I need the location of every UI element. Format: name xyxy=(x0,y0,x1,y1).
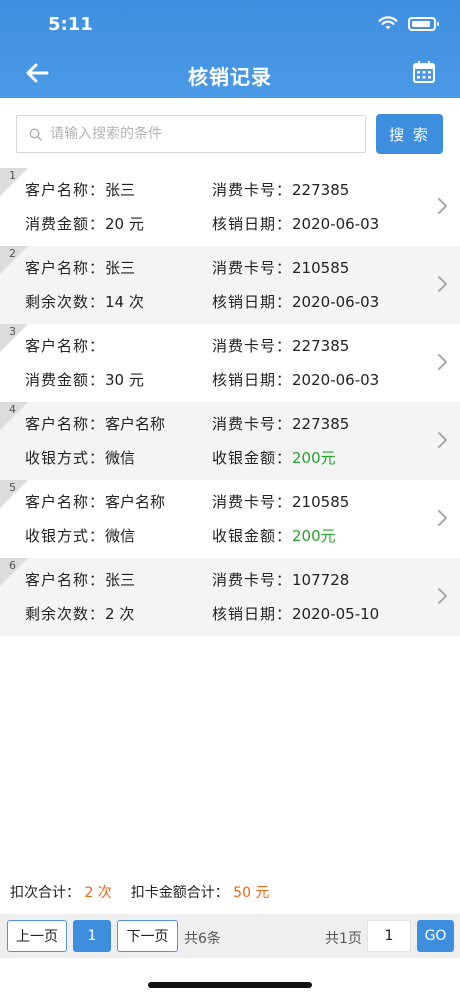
battery-icon xyxy=(408,16,439,31)
detail-field-right: 收银金额：200元 xyxy=(212,449,336,467)
record-index: 6 xyxy=(9,559,16,572)
prev-page-button[interactable]: 上一页 xyxy=(7,920,67,952)
card-number-field: 消费卡号：227385 xyxy=(212,415,350,433)
amount-total-value: 50 元 xyxy=(233,885,270,901)
next-page-button[interactable]: 下一页 xyxy=(117,920,178,952)
title-bar: 核销记录 xyxy=(0,52,460,96)
record-index: 2 xyxy=(9,247,16,260)
detail-field-left: 剩余次数：2 次 xyxy=(25,605,135,623)
calendar-button[interactable] xyxy=(412,60,438,86)
page-number-input[interactable] xyxy=(367,920,411,952)
home-indicator xyxy=(148,982,312,988)
record-item[interactable]: 4 客户名称：客户名称 消费卡号：227385 收银方式：微信 收银金额：200… xyxy=(0,402,460,480)
detail-field-left: 消费金额：30 元 xyxy=(25,371,144,389)
record-list: 1 客户名称：张三 消费卡号：227385 消费金额：20 元 核销日期：202… xyxy=(0,168,460,636)
customer-name-field: 客户名称：客户名称 xyxy=(25,415,166,433)
customer-name-field: 客户名称：张三 xyxy=(25,259,136,277)
detail-field-left: 剩余次数：14 次 xyxy=(25,293,144,311)
detail-field-left: 收银方式：微信 xyxy=(25,449,136,467)
search-button[interactable]: 搜 索 xyxy=(376,114,443,154)
search-box xyxy=(16,115,366,153)
search-icon xyxy=(29,127,42,141)
status-time: 5:11 xyxy=(48,14,93,35)
record-item[interactable]: 1 客户名称：张三 消费卡号：227385 消费金额：20 元 核销日期：202… xyxy=(0,168,460,246)
detail-field-right: 核销日期：2020-06-03 xyxy=(212,215,380,233)
record-item[interactable]: 6 客户名称：张三 消费卡号：107728 剩余次数：2 次 核销日期：2020… xyxy=(0,558,460,636)
detail-field-right: 核销日期：2020-05-10 xyxy=(212,605,380,623)
customer-name-field: 客户名称： xyxy=(25,337,106,355)
detail-field-right: 核销日期：2020-06-03 xyxy=(212,293,380,311)
record-item[interactable]: 2 客户名称：张三 消费卡号：210585 剩余次数：14 次 核销日期：202… xyxy=(0,246,460,324)
detail-field-left: 消费金额：20 元 xyxy=(25,215,144,233)
total-pages: 共1页 xyxy=(325,931,362,947)
detail-field-right: 核销日期：2020-06-03 xyxy=(212,371,380,389)
count-total-label: 扣次合计： xyxy=(10,885,80,901)
chevron-right-icon xyxy=(438,588,447,604)
amount-total-label: 扣卡金额合计： xyxy=(130,885,229,901)
customer-name-field: 客户名称：张三 xyxy=(25,571,136,589)
record-item[interactable]: 3 客户名称： 消费卡号：227385 消费金额：30 元 核销日期：2020-… xyxy=(0,324,460,402)
count-total-value: 2 次 xyxy=(84,885,112,901)
customer-name-field: 客户名称：客户名称 xyxy=(25,493,166,511)
record-index: 3 xyxy=(9,325,16,338)
chevron-right-icon xyxy=(438,510,447,526)
status-icons xyxy=(378,16,439,31)
page-title: 核销记录 xyxy=(188,65,272,89)
pagination-bar: 上一页 1 下一页 共6条 共1页 GO xyxy=(0,914,460,958)
card-number-field: 消费卡号：210585 xyxy=(212,493,350,511)
go-button[interactable]: GO xyxy=(417,920,454,952)
summary-bar: 扣次合计： 2 次 扣卡金额合计： 50 元 xyxy=(10,882,269,902)
card-number-field: 消费卡号：210585 xyxy=(212,259,350,277)
wifi-icon xyxy=(378,16,398,30)
total-count: 共6条 xyxy=(184,931,221,947)
current-page-button[interactable]: 1 xyxy=(73,920,111,952)
record-index: 5 xyxy=(9,481,16,494)
calendar-icon xyxy=(413,61,435,83)
detail-field-left: 收银方式：微信 xyxy=(25,527,136,545)
customer-name-field: 客户名称：张三 xyxy=(25,181,136,199)
search-row: 搜 索 xyxy=(16,114,444,154)
chevron-right-icon xyxy=(438,432,447,448)
card-number-field: 消费卡号：227385 xyxy=(212,181,350,199)
card-number-field: 消费卡号：107728 xyxy=(212,571,350,589)
chevron-right-icon xyxy=(438,198,447,214)
card-number-field: 消费卡号：227385 xyxy=(212,337,350,355)
detail-field-right: 收银金额：200元 xyxy=(212,527,336,545)
chevron-right-icon xyxy=(438,354,447,370)
search-input[interactable] xyxy=(50,126,350,142)
chevron-right-icon xyxy=(438,276,447,292)
record-index: 4 xyxy=(9,403,16,416)
record-index: 1 xyxy=(9,169,16,182)
app-header: 5:11 核销记录 xyxy=(0,0,460,98)
record-item[interactable]: 5 客户名称：客户名称 消费卡号：210585 收银方式：微信 收银金额：200… xyxy=(0,480,460,558)
